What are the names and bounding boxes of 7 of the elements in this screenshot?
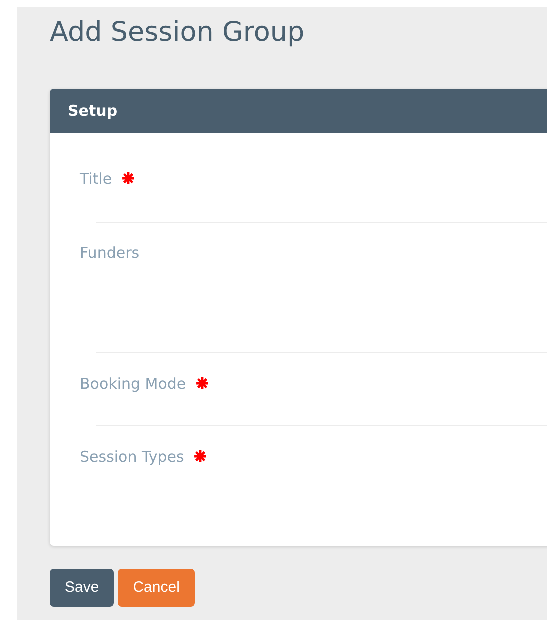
- page-title: Add Session Group: [50, 17, 306, 50]
- field-label: Funders: [80, 244, 140, 262]
- panel-title: Setup: [68, 101, 118, 122]
- field-label: Title: [80, 170, 112, 188]
- save-button[interactable]: Save: [50, 569, 114, 608]
- field-label: Booking Mode: [80, 375, 186, 394]
- field-label: Session Types: [80, 448, 184, 466]
